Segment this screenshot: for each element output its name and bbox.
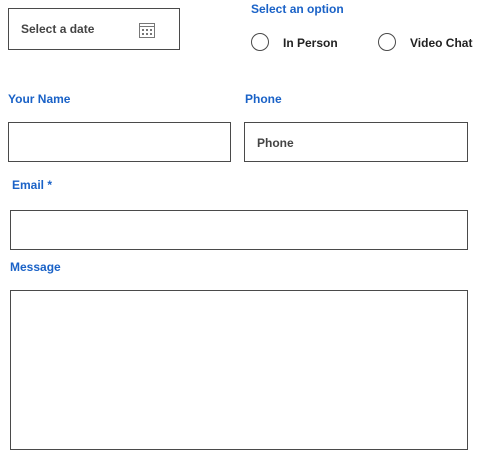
radio-video-chat-label: Video Chat: [410, 36, 473, 50]
radio-in-person-circle[interactable]: [251, 33, 269, 51]
message-textarea[interactable]: [10, 290, 468, 450]
date-picker[interactable]: Select a date: [8, 8, 180, 50]
radio-video-chat[interactable]: Video Chat: [378, 33, 484, 55]
message-label: Message: [10, 260, 61, 274]
radio-video-chat-circle[interactable]: [378, 33, 396, 51]
phone-input[interactable]: Phone: [244, 122, 468, 162]
email-label: Email *: [12, 178, 53, 192]
radio-in-person-label: In Person: [283, 36, 338, 50]
meeting-type-label: Select an option: [251, 2, 344, 16]
phone-label: Phone: [245, 92, 282, 106]
date-picker-placeholder: Select a date: [21, 22, 95, 36]
email-input[interactable]: [10, 210, 468, 250]
name-label: Your Name: [8, 92, 71, 106]
name-input[interactable]: [8, 122, 231, 162]
calendar-icon[interactable]: [138, 21, 156, 39]
radio-in-person[interactable]: In Person: [251, 33, 356, 55]
phone-placeholder: Phone: [257, 136, 294, 150]
